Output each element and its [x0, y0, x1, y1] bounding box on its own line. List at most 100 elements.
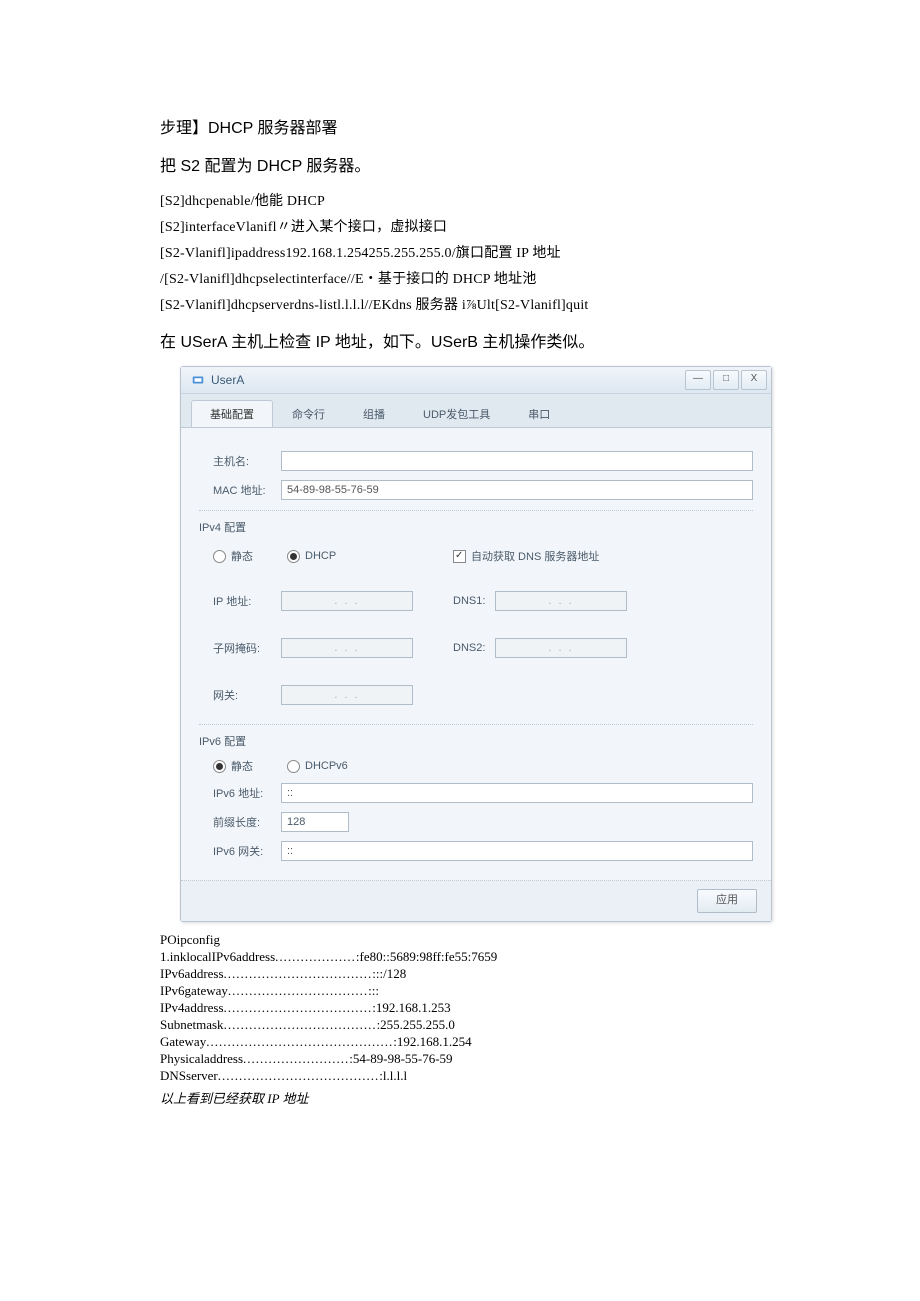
ipv4-section-header: IPv4 配置: [199, 510, 753, 535]
usera-window: UserA — □ X 基础配置 命令行 组播 UDP发包工具 串口 主机名: …: [180, 366, 772, 922]
window-buttons: — □ X: [683, 370, 767, 390]
ipconfig-line: Gateway.................................…: [160, 1034, 760, 1050]
ipconfig-key: IPv4address: [160, 1000, 224, 1016]
ipconfig-value: :::/128: [372, 966, 406, 982]
autodns-label: 自动获取 DNS 服务器地址: [471, 548, 599, 564]
static-radio[interactable]: [213, 550, 226, 563]
dhcpv6-radio[interactable]: [287, 760, 300, 773]
ipconfig-key: IPv6gateway: [160, 983, 228, 999]
prefix-input[interactable]: 128: [281, 812, 349, 832]
tab-basic-config[interactable]: 基础配置: [191, 400, 273, 427]
ipconfig-value: :192.168.1.253: [372, 1000, 450, 1016]
ipconfig-dots: .................................: [228, 983, 368, 999]
ipconfig-output: POipconfig 1.inklocalIPv6address........…: [160, 932, 760, 1107]
autodns-checkbox[interactable]: [453, 550, 466, 563]
tab-multicast[interactable]: 组播: [344, 400, 404, 427]
hostname-input[interactable]: [281, 451, 753, 471]
ipconfig-header: POipconfig: [160, 932, 760, 948]
ipconfig-key: Physicaladdress: [160, 1051, 243, 1067]
ipconfig-value: :54-89-98-55-76-59: [349, 1051, 452, 1067]
ipv6gw-input[interactable]: ::: [281, 841, 753, 861]
tab-serial[interactable]: 串口: [509, 400, 569, 427]
hostname-row: 主机名:: [199, 451, 753, 471]
apply-button[interactable]: 应用: [697, 889, 757, 913]
tab-cli[interactable]: 命令行: [273, 400, 344, 427]
code-line: [S2]dhcpenable/他能 DHCP: [160, 190, 760, 210]
app-icon: [191, 373, 205, 387]
ipconfig-line: Subnetmask..............................…: [160, 1017, 760, 1033]
ipconfig-key: Subnetmask: [160, 1017, 224, 1033]
gw-input[interactable]: . . .: [281, 685, 413, 705]
code-line: [S2-Vlanifl]dhcpserverdns-listl.l.l.l//E…: [160, 294, 760, 314]
static6-radio[interactable]: [213, 760, 226, 773]
ipconfig-line: DNSserver...............................…: [160, 1068, 760, 1084]
dns2-label: DNS2:: [453, 642, 495, 654]
tab-udp-tool[interactable]: UDP发包工具: [404, 400, 509, 427]
ipv6addr-label: IPv6 地址:: [213, 785, 281, 801]
ipv6gw-label: IPv6 网关:: [213, 843, 281, 859]
ip-input[interactable]: . . .: [281, 591, 413, 611]
ipconfig-dots: ......................................: [218, 1068, 380, 1084]
code-line: /[S2-Vlanifl]dhcpselectinterface//E・基于接口…: [160, 268, 760, 288]
section-heading-3: 在 USerA 主机上检查 IP 地址，如下。USerB 主机操作类似。: [160, 328, 760, 352]
mac-label: MAC 地址:: [213, 482, 281, 498]
ipconfig-line: IPv6address.............................…: [160, 966, 760, 982]
ipconfig-value: :::: [368, 983, 379, 999]
ip-label: IP 地址:: [213, 593, 281, 609]
ipconfig-dots: ....................................: [224, 1017, 377, 1033]
ipconfig-line: 1.inklocalIPv6address...................…: [160, 949, 760, 965]
ipconfig-key: Gateway: [160, 1034, 206, 1050]
ipconfig-key: DNSserver: [160, 1068, 218, 1084]
minimize-button[interactable]: —: [685, 370, 711, 390]
ipconfig-dots: ........................................…: [206, 1034, 393, 1050]
dhcp-label: DHCP: [305, 550, 336, 562]
ipconfig-dots: ...................................: [224, 966, 373, 982]
code-line: [S2]interfaceVlanifl〃进入某个接口，虚拟接口: [160, 216, 760, 236]
ipv4-right-column: 自动获取 DNS 服务器地址 DNS1:. . . DNS2:. . .: [453, 539, 627, 714]
maximize-button[interactable]: □: [713, 370, 739, 390]
mask-input[interactable]: . . .: [281, 638, 413, 658]
dns1-label: DNS1:: [453, 595, 495, 607]
static6-label: 静态: [231, 758, 287, 774]
ipv4-left-column: 静态 DHCP IP 地址:. . . 子网掩码:. . . 网关:. . .: [213, 539, 413, 714]
ipv6-mode-row: 静态 DHCPv6: [213, 758, 753, 774]
ipconfig-key: IPv6address: [160, 966, 224, 982]
mac-input[interactable]: 54-89-98-55-76-59: [281, 480, 753, 500]
ipconfig-line: IPv6gateway.............................…: [160, 983, 760, 999]
ipconfig-note: 以上看到已经获取 IP 地址: [160, 1088, 760, 1107]
ipv6-section-header: IPv6 配置: [199, 724, 753, 749]
ipconfig-key: 1.inklocalIPv6address: [160, 949, 275, 965]
autodns-row: 自动获取 DNS 服务器地址: [453, 548, 627, 564]
config-panel: 主机名: MAC 地址: 54-89-98-55-76-59 IPv4 配置 静…: [181, 428, 771, 880]
static-label: 静态: [231, 548, 287, 564]
mask-label: 子网掩码:: [213, 640, 281, 656]
ipv6addr-input[interactable]: ::: [281, 783, 753, 803]
ipv4-mode-row: 静态 DHCP: [213, 548, 413, 564]
ipconfig-line: IPv4address.............................…: [160, 1000, 760, 1016]
dhcp-radio[interactable]: [287, 550, 300, 563]
window-title: UserA: [211, 373, 683, 387]
close-button[interactable]: X: [741, 370, 767, 390]
window-footer: 应用: [181, 880, 771, 921]
section-heading-1: 步理】DHCP 服务器部署: [160, 114, 760, 138]
document-page: 步理】DHCP 服务器部署 把 S2 配置为 DHCP 服务器。 [S2]dhc…: [0, 0, 920, 1107]
ipconfig-dots: ...................: [275, 949, 356, 965]
dhcpv6-label: DHCPv6: [305, 760, 348, 772]
mac-row: MAC 地址: 54-89-98-55-76-59: [199, 480, 753, 500]
titlebar: UserA — □ X: [181, 367, 771, 394]
ipconfig-line: Physicaladdress.........................…: [160, 1051, 760, 1067]
ipconfig-rows: 1.inklocalIPv6address...................…: [160, 949, 760, 1084]
code-line: [S2-Vlanifl]ipaddress192.168.1.254255.25…: [160, 242, 760, 262]
gw-label: 网关:: [213, 687, 281, 703]
dns2-input[interactable]: . . .: [495, 638, 627, 658]
ipconfig-dots: .........................: [243, 1051, 349, 1067]
tab-bar: 基础配置 命令行 组播 UDP发包工具 串口: [181, 394, 771, 428]
ipconfig-value: :255.255.255.0: [377, 1017, 455, 1033]
section-heading-2: 把 S2 配置为 DHCP 服务器。: [160, 152, 760, 176]
ipconfig-value: :fe80::5689:98ff:fe55:7659: [356, 949, 497, 965]
prefix-label: 前缀长度:: [213, 814, 281, 830]
ipconfig-dots: ...................................: [224, 1000, 373, 1016]
dns1-input[interactable]: . . .: [495, 591, 627, 611]
hostname-label: 主机名:: [213, 453, 281, 469]
ipconfig-value: :192.168.1.254: [393, 1034, 471, 1050]
